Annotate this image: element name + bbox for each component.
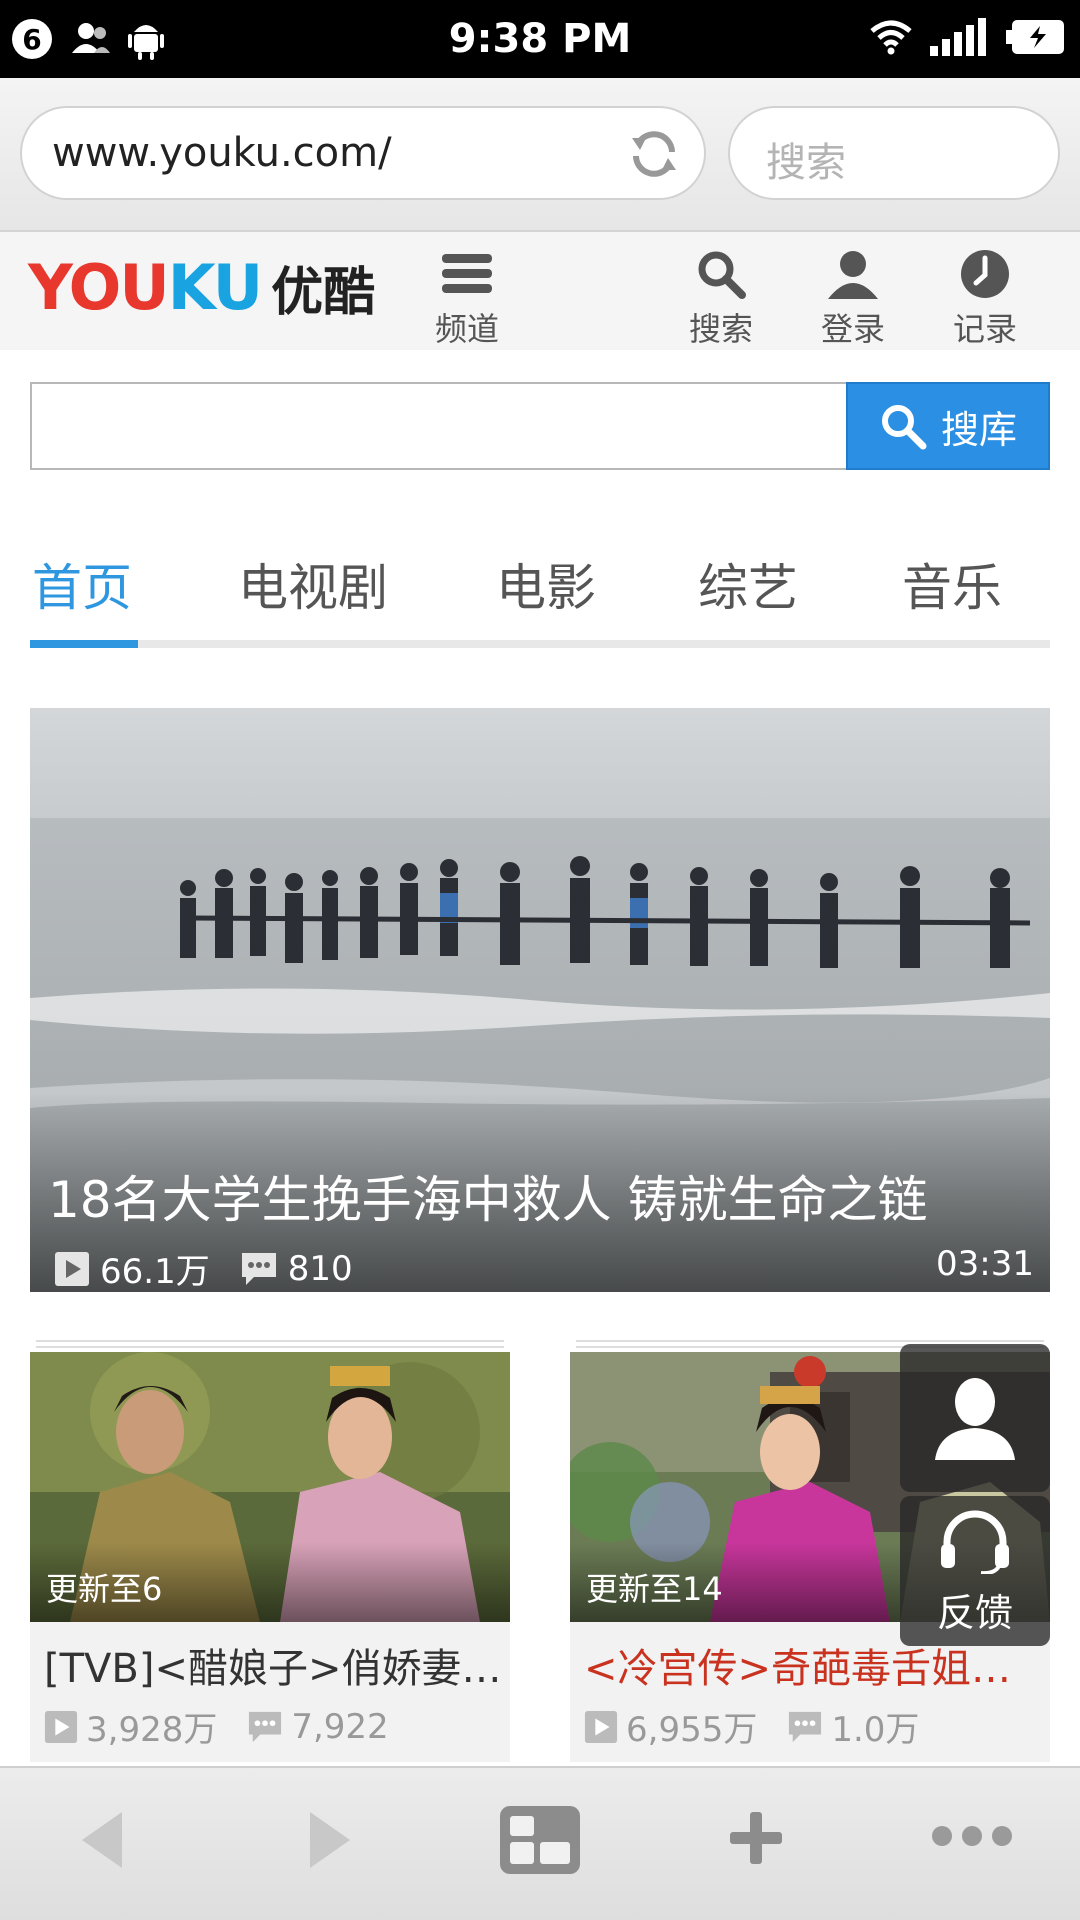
category-tabs: 首页 电视剧 电影 综艺 音乐 xyxy=(30,540,1050,648)
comment-count: 1.0万 xyxy=(831,1710,920,1750)
tab-variety[interactable]: 综艺 xyxy=(698,548,798,620)
browser-bottom-toolbar xyxy=(0,1766,1080,1920)
video-meta: 6,955万 1.0万 xyxy=(584,1702,919,1751)
refresh-icon[interactable] xyxy=(628,128,680,180)
channel-button[interactable]: 频道 xyxy=(422,246,512,350)
more-options-icon[interactable] xyxy=(930,1824,1014,1848)
tab-tv-series[interactable]: 电视剧 xyxy=(238,548,388,620)
play-count: 6,955万 xyxy=(626,1710,758,1750)
headset-icon xyxy=(941,1510,1009,1574)
featured-video[interactable]: 18名大学生挽手海中救人 铸就生命之链 66.1万 810 03:31 xyxy=(30,708,1050,1292)
search-icon xyxy=(676,246,766,302)
soku-button-label: 搜库 xyxy=(940,407,1017,452)
youku-logo[interactable]: YOUKU 优酷 xyxy=(28,250,375,325)
youku-search-input[interactable] xyxy=(30,382,848,470)
featured-comment-count: 810 xyxy=(287,1248,353,1289)
comment-icon xyxy=(789,1711,822,1742)
update-status: 更新至6 xyxy=(46,1570,163,1608)
featured-play-count: 66.1万 xyxy=(100,1252,210,1292)
comment-icon xyxy=(241,1252,276,1285)
video-card[interactable]: 更新至6 [TVB]<醋娘子>俏娇妻… 3,928万 7,922 xyxy=(30,1340,510,1762)
login-label: 登录 xyxy=(820,310,885,348)
feedback-label: 反馈 xyxy=(936,1591,1013,1635)
active-tab-indicator xyxy=(30,640,138,648)
update-status: 更新至14 xyxy=(586,1570,723,1608)
tab-track xyxy=(30,640,1050,648)
tab-movies[interactable]: 电影 xyxy=(496,548,596,620)
play-count-icon xyxy=(55,1251,89,1286)
youku-header: YOUKU 优酷 频道 搜索 登录 记录 xyxy=(0,232,1080,350)
featured-duration: 03:31 xyxy=(936,1244,1034,1284)
header-search-button[interactable]: 搜索 xyxy=(676,246,766,350)
tab-home[interactable]: 首页 xyxy=(32,548,132,620)
history-label: 记录 xyxy=(952,310,1017,348)
user-icon xyxy=(808,246,898,302)
comment-count: 7,922 xyxy=(291,1706,389,1747)
signal-icon xyxy=(930,18,986,56)
clock-icon xyxy=(940,246,1030,302)
video-thumbnail[interactable]: 更新至6 xyxy=(30,1352,510,1622)
soku-search-button[interactable]: 搜库 xyxy=(846,382,1050,470)
back-arrow-icon[interactable] xyxy=(78,1808,126,1872)
login-button[interactable]: 登录 xyxy=(808,246,898,350)
header-search-label: 搜索 xyxy=(688,310,753,348)
play-count-icon xyxy=(584,1710,618,1743)
forward-arrow-icon[interactable] xyxy=(306,1808,354,1872)
video-title[interactable]: [TVB]<醋娘子>俏娇妻… xyxy=(44,1636,500,1694)
menu-icon xyxy=(422,246,512,302)
featured-meta: 66.1万 810 xyxy=(54,1244,353,1292)
add-tab-icon[interactable] xyxy=(728,1810,784,1866)
comment-icon xyxy=(249,1711,282,1742)
browser-search-box[interactable]: 搜索 xyxy=(728,106,1060,200)
search-icon xyxy=(881,405,927,450)
tab-music[interactable]: 音乐 xyxy=(902,548,1002,620)
user-center-button[interactable] xyxy=(900,1344,1050,1492)
featured-title[interactable]: 18名大学生挽手海中救人 铸就生命之链 xyxy=(48,1160,928,1232)
play-count-icon xyxy=(44,1710,78,1743)
feedback-button[interactable]: 反馈 xyxy=(900,1496,1050,1646)
battery-icon xyxy=(1006,20,1064,54)
browser-search-placeholder: 搜索 xyxy=(766,140,846,186)
play-count: 3,928万 xyxy=(86,1710,218,1750)
channel-label: 频道 xyxy=(434,310,499,348)
browser-toolbar: www.youku.com/ 搜索 xyxy=(0,78,1080,232)
floating-panel: 反馈 xyxy=(900,1344,1050,1646)
video-meta: 3,928万 7,922 xyxy=(44,1702,389,1751)
url-bar[interactable]: www.youku.com/ xyxy=(20,106,706,200)
user-icon xyxy=(935,1378,1015,1460)
history-button[interactable]: 记录 xyxy=(940,246,1030,350)
wifi-icon xyxy=(870,20,912,55)
tabs-overview-icon[interactable] xyxy=(498,1804,582,1876)
status-bar: 6 9:38 PM xyxy=(0,0,1080,78)
url-text[interactable]: www.youku.com/ xyxy=(52,130,392,176)
